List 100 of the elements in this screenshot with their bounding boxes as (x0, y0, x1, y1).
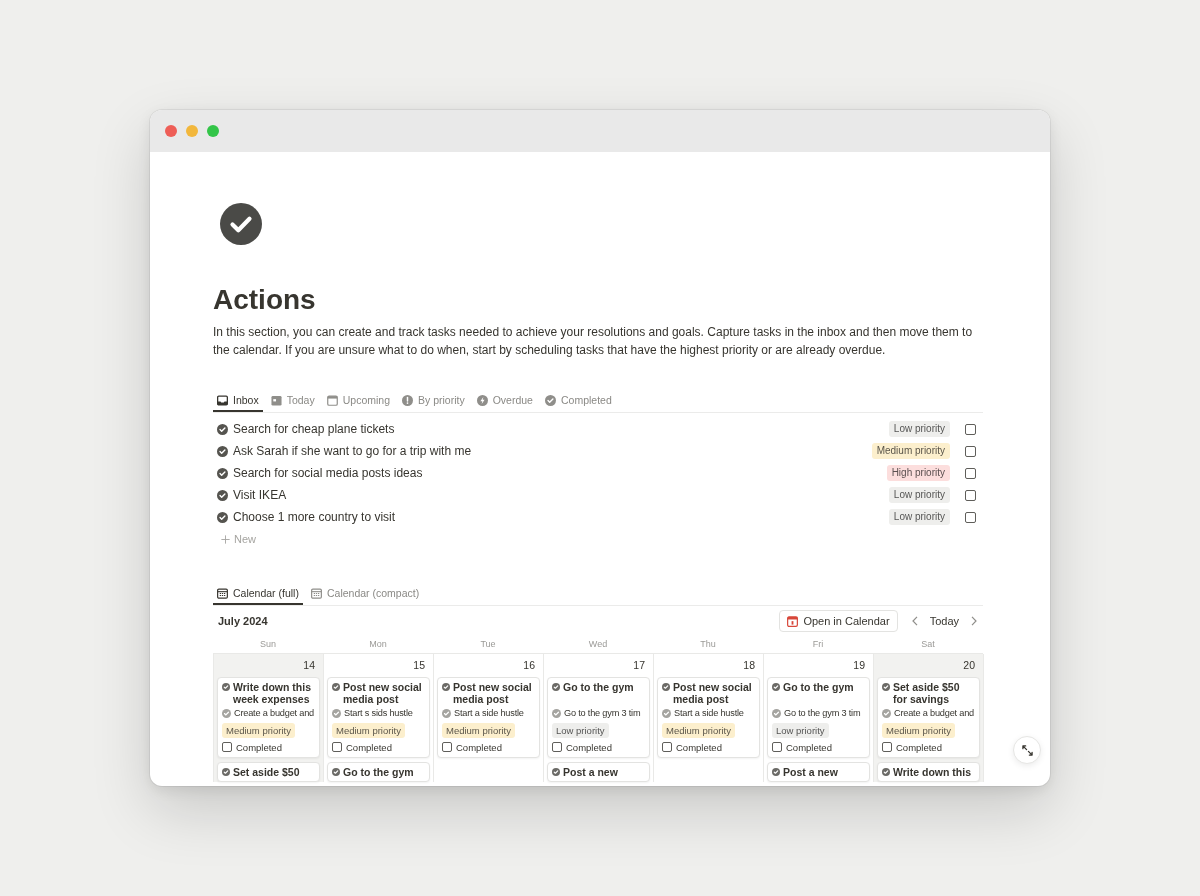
checkbox[interactable] (882, 742, 892, 752)
check-circle-icon (222, 768, 230, 776)
relation-label: Go to the gym 3 tim (784, 708, 861, 718)
calendar-icon (787, 615, 799, 627)
lightning-circle-icon (476, 394, 488, 406)
checkbox-label: Completed (786, 741, 832, 753)
day-number: 15 (413, 659, 425, 671)
close-button[interactable] (165, 125, 177, 137)
checkbox[interactable] (965, 423, 976, 435)
weekday-label: Thu (700, 639, 716, 649)
day-number: 14 (303, 659, 315, 671)
calendar-icon (270, 394, 282, 406)
event-card[interactable]: Go to the gym Go to the gym 3 tim Low priority Completed (767, 677, 870, 758)
open-in-calendar-button[interactable]: Open in Calendar (779, 610, 898, 632)
check-circle-icon (217, 467, 228, 479)
check-circle-icon (222, 683, 230, 691)
check-circle-icon (552, 768, 560, 776)
checkbox-label: Completed (456, 741, 502, 753)
card-title: Write down this (893, 766, 971, 778)
priority-tag: Medium priority (871, 443, 950, 459)
weekday-label: Wed (588, 639, 608, 649)
view-tab[interactable]: Overdue (472, 388, 537, 412)
view-tab[interactable]: Calendar (compact) (306, 581, 424, 605)
checkbox[interactable] (965, 489, 976, 501)
floating-button[interactable] (1013, 736, 1041, 764)
calendar-icon (310, 587, 322, 599)
card-title: Post new social media post (453, 681, 533, 705)
priority-tag: Medium priority (222, 723, 295, 738)
priority-tag: High priority (886, 465, 950, 481)
event-card[interactable]: Post new social media post Start a side hustle Medium priority Completed (657, 677, 760, 758)
event-card[interactable]: Post new social media post Start a side hustle Medium priority Completed (437, 677, 540, 758)
check-circle-icon (882, 683, 890, 691)
card-title: Post new social media post (343, 681, 423, 705)
checkbox[interactable] (965, 511, 976, 523)
task-title[interactable]: Choose 1 more country to visit (233, 510, 396, 524)
check-circle-icon (217, 445, 228, 457)
checkbox[interactable] (222, 742, 232, 752)
task-title[interactable]: Ask Sarah if she want to go for a trip with me (233, 444, 472, 458)
check-circle-icon (544, 394, 556, 406)
event-card[interactable]: Set aside $50 for savings Create a budget and Medium priority Completed (877, 677, 980, 758)
event-card[interactable]: Write down this week expenses Create a budget and Medium priority Completed (217, 677, 320, 758)
check-circle-icon (442, 708, 451, 718)
chevron-left-icon[interactable] (911, 616, 918, 626)
card-title: Post a new (783, 766, 838, 778)
checkbox[interactable] (552, 742, 562, 752)
card-title: Write down this week expenses (233, 681, 312, 705)
tray-icon (217, 394, 228, 406)
check-circle-icon (332, 683, 340, 691)
event-card[interactable]: Go to the gym Go to the gym 3 tim Low priority Completed (547, 677, 650, 758)
view-tab[interactable]: Upcoming (322, 388, 394, 412)
card-title: Go to the gym (783, 681, 854, 693)
checkbox[interactable] (662, 742, 672, 752)
card-title: Set aside $50 (233, 766, 300, 778)
diagonal-arrows-icon (1021, 744, 1033, 756)
priority-tag: Medium priority (442, 723, 515, 738)
checkbox[interactable] (965, 467, 976, 479)
today-button[interactable]: Today (925, 615, 963, 627)
checkbox-label: Completed (676, 741, 722, 753)
event-card[interactable]: Post a new (547, 762, 650, 782)
event-card[interactable]: Post a new (767, 762, 870, 782)
checkbox-label: Completed (566, 741, 612, 753)
view-tab[interactable]: Today (266, 388, 319, 412)
event-card[interactable]: Set aside $50 (217, 762, 320, 782)
check-circle-icon (217, 489, 228, 501)
priority-tag: Low priority (888, 421, 950, 437)
view-tab[interactable]: Calendar (full) (213, 581, 303, 605)
event-card[interactable]: Write down this (877, 762, 980, 782)
relation-label: Start a side hustle (674, 708, 744, 718)
view-tab[interactable]: By priority (398, 388, 469, 412)
checkbox[interactable] (772, 742, 782, 752)
check-circle-icon (442, 683, 450, 691)
view-tab[interactable]: Completed (540, 388, 616, 412)
view-tab[interactable]: Inbox (213, 388, 263, 412)
page-description: In this section, you can create and track tasks needed to achieve your resolutions and goals. Capture tasks in the inbox and then move them to the calendar. If you are unsure what to do when, start by scheduling tasks that have the highest priority or are already overdue. (213, 324, 974, 359)
check-circle-icon (882, 768, 890, 776)
checkbox[interactable] (332, 742, 342, 752)
relation-label: Create a budget and (234, 708, 314, 718)
priority-tag: Medium priority (882, 723, 955, 738)
task-title[interactable]: Search for cheap plane tickets (233, 422, 395, 436)
day-number: 16 (523, 659, 535, 671)
check-circle-icon (332, 768, 340, 776)
event-card[interactable]: Post new social media post Start s sids hustle Medium priority Completed (327, 677, 430, 758)
plus-icon (221, 534, 230, 544)
task-title[interactable]: Search for social media posts ideas (233, 466, 423, 480)
day-number: 17 (633, 659, 645, 671)
checkbox[interactable] (442, 742, 452, 752)
calendar-icon (217, 587, 228, 599)
priority-tag: Low priority (888, 487, 950, 503)
event-card[interactable]: Go to the gym (327, 762, 430, 782)
card-title: Post new social media post (673, 681, 753, 705)
priority-tag: Medium priority (332, 723, 405, 738)
check-circle-icon (217, 511, 228, 523)
chevron-right-icon[interactable] (971, 616, 977, 626)
card-title: Set aside $50 for savings (893, 681, 961, 705)
task-title[interactable]: Visit IKEA (233, 488, 287, 502)
checkbox[interactable] (965, 445, 976, 457)
weekday-label: Fri (812, 639, 824, 649)
check-circle-icon (882, 708, 891, 718)
check-circle-icon (772, 683, 780, 691)
check-circle-icon (662, 683, 670, 691)
